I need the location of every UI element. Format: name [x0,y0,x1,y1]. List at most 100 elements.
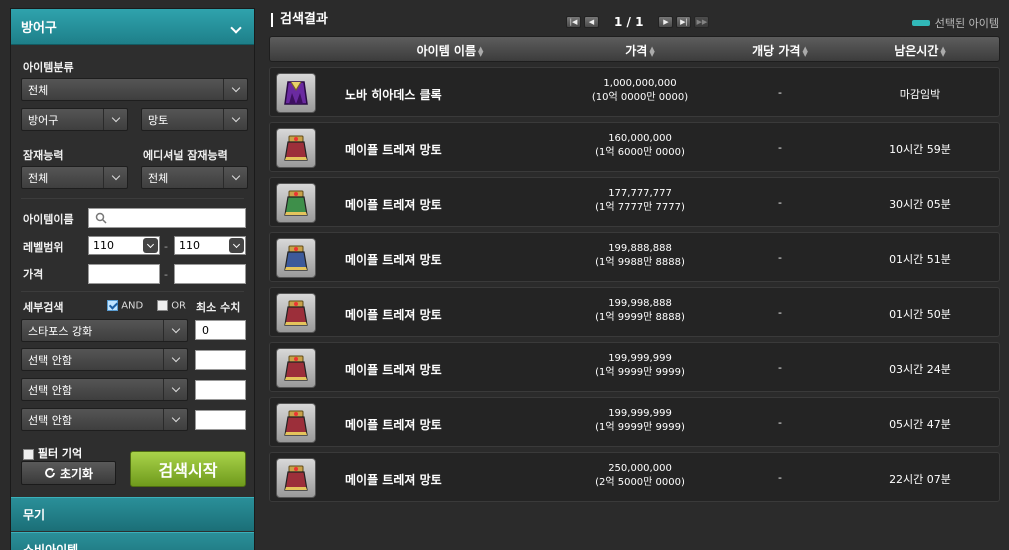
col-header-time-left[interactable]: 남은시간 ▲ ▼ [870,42,970,59]
price-value: 199,998,888 [608,298,672,309]
col-header-price[interactable]: 가격 ▲ ▼ [590,42,690,59]
price-korean: (2억 5000만 0000) [595,477,685,488]
item-name: 노바 히아데스 클록 [345,88,442,102]
category-header-armor[interactable]: 방어구 [11,9,254,45]
price-korean: (1억 9988만 8888) [595,257,685,268]
table-row[interactable]: 메이플 트레져 망토 199,998,888 (1억 9999만 8888) - 01시… [269,287,1000,337]
legend-swatch [911,20,930,26]
chevron-down-icon[interactable] [230,21,244,34]
item-price: 177,777,777 (1억 7777만 7777) [570,187,710,215]
blue-cape-icon [276,238,316,278]
min-value-label: 최소 수치 [196,301,241,314]
sort-icon: ▲ ▼ [802,44,808,58]
red-cape-icon [276,348,316,388]
unit-price: - [778,471,782,484]
detail-option-dropdown[interactable]: 선택 안함 [21,408,188,431]
chevron-down-icon [163,409,187,430]
chevron-down-icon [229,238,244,253]
item-name: 메이플 트레져 망토 [345,253,442,267]
sub-category-1-value: 방어구 [28,113,59,127]
filter-memory-checkbox[interactable] [23,448,34,460]
time-left: 01시간 51분 [889,253,951,266]
chevron-down-icon [103,109,127,130]
price-korean: (1억 7777만 7777) [595,202,685,213]
and-checkbox[interactable] [107,300,118,311]
filter-memory-option[interactable]: 필터 기억 [23,445,82,461]
table-row[interactable]: 메이플 트레져 망토 250,000,000 (2억 5000만 0000) - 22시… [269,452,1000,502]
potential-value: 전체 [28,171,49,185]
auction-window: 방어구 아이템분류 전체 방어구 망토 잠재능력 에디셔널 잠재능력 전체 전체… [0,0,1009,550]
range-dash: - [164,240,168,253]
chevron-down-icon [223,109,247,130]
sub-category-2-value: 망토 [148,113,169,127]
item-name: 메이플 트레져 망토 [345,363,442,377]
unit-price: - [778,361,782,374]
table-row[interactable]: 노바 히아데스 클록 1,000,000,000 (10억 0000만 0000) -… [269,67,1000,117]
table-row[interactable]: 메이플 트레져 망토 177,777,777 (1억 7777만 7777) - 30시… [269,177,1000,227]
or-option[interactable]: OR [157,300,186,312]
sub-category-dropdown-2[interactable]: 망토 [141,108,248,131]
table-row[interactable]: 메이플 트레져 망토 199,999,999 (1억 9999만 9999) - 05시… [269,397,1000,447]
item-price: 1,000,000,000 (10억 0000만 0000) [570,77,710,105]
sort-icon: ▲ ▼ [649,44,655,58]
unit-price: - [778,141,782,154]
next-page-icon[interactable]: ▶ [658,16,674,28]
item-category-dropdown[interactable]: 전체 [21,78,248,101]
level-min-select[interactable]: 110 [88,236,160,255]
detail-option-dropdown[interactable]: 선택 안함 [21,348,188,371]
time-left: 10시간 59분 [889,143,951,156]
last-page-icon[interactable]: ▶| [676,16,692,28]
detail-min-input[interactable] [195,410,246,430]
additional-potential-dropdown[interactable]: 전체 [141,166,248,189]
and-option[interactable]: AND [107,300,143,312]
category-weapon[interactable]: 무기 [11,497,254,531]
item-price: 199,999,999 (1억 9999만 9999) [570,352,710,380]
col-unit-price-label: 개당 가격 [752,44,801,58]
reset-button[interactable]: 초기화 [21,461,116,485]
detail-min-input[interactable] [195,380,246,400]
item-price: 199,998,888 (1억 9999만 8888) [570,297,710,325]
detail-option-dropdown[interactable]: 선택 안함 [21,378,188,401]
table-row[interactable]: 메이플 트레져 망토 199,888,888 (1억 9988만 8888) - 01시… [269,232,1000,282]
item-name-input[interactable] [88,208,246,228]
detail-min-value: 0 [202,323,209,337]
detail-option-value: 선택 안함 [28,413,72,427]
price-korean: (10억 0000만 0000) [591,92,689,103]
time-left: 22시간 07분 [889,473,951,486]
red-cape-icon [276,293,316,333]
potential-label: 잠재능력 [23,149,64,162]
price-korean: (1억 9999만 9999) [595,367,685,378]
price-value: 250,000,000 [608,463,672,474]
potential-dropdown[interactable]: 전체 [21,166,128,189]
level-max-select[interactable]: 110 [174,236,246,255]
or-checkbox[interactable] [157,300,168,311]
and-label: AND [121,300,144,312]
price-korean: (1억 6000만 0000) [595,147,685,158]
sub-category-dropdown-1[interactable]: 방어구 [21,108,128,131]
table-row[interactable]: 메이플 트레져 망토 199,999,999 (1억 9999만 9999) - 03시… [269,342,1000,392]
first-page-icon[interactable]: |◀ [566,16,581,28]
category-consumable[interactable]: 소비아이템 [11,532,254,550]
skip-page-icon[interactable]: ▶▶ [694,16,710,28]
col-header-name[interactable]: 아이템 이름 ▲ ▼ [350,42,550,59]
col-time-left-label: 남은시간 [894,44,939,58]
item-price: 250,000,000 (2억 5000만 0000) [570,462,710,490]
unit-price: - [778,416,782,429]
results-title: 검색결과 [271,13,328,27]
selected-legend: 선택된 아이템 [911,15,999,31]
table-row[interactable]: 메이플 트레져 망토 160,000,000 (1억 6000만 0000) - 10시… [269,122,1000,172]
item-price: 199,888,888 (1억 9988만 8888) [570,242,710,270]
search-start-button[interactable]: 검색시작 [130,451,246,487]
additional-potential-label: 에디셔널 잠재능력 [143,149,228,162]
detail-min-input[interactable]: 0 [195,320,246,340]
results-topbar: 검색결과 |◀ ◀ 1 / 1 ▶ ▶| ▶▶ 선택된 아이템 [263,8,1009,36]
col-header-unit-price[interactable]: 개당 가격 ▲ ▼ [730,42,830,59]
item-name: 메이플 트레져 망토 [345,143,442,157]
detail-option-dropdown[interactable]: 스타포스 강화 [21,319,188,342]
table-header: 아이템 이름 ▲ ▼ 가격 ▲ ▼ 개당 가격 ▲ ▼ 남은시간 ▲ ▼ [269,36,1000,62]
prev-page-icon[interactable]: ◀ [584,16,599,28]
price-max-input[interactable] [174,264,246,284]
page-indicator: 1 / 1 [614,15,644,29]
detail-min-input[interactable] [195,350,246,370]
price-min-input[interactable] [88,264,160,284]
